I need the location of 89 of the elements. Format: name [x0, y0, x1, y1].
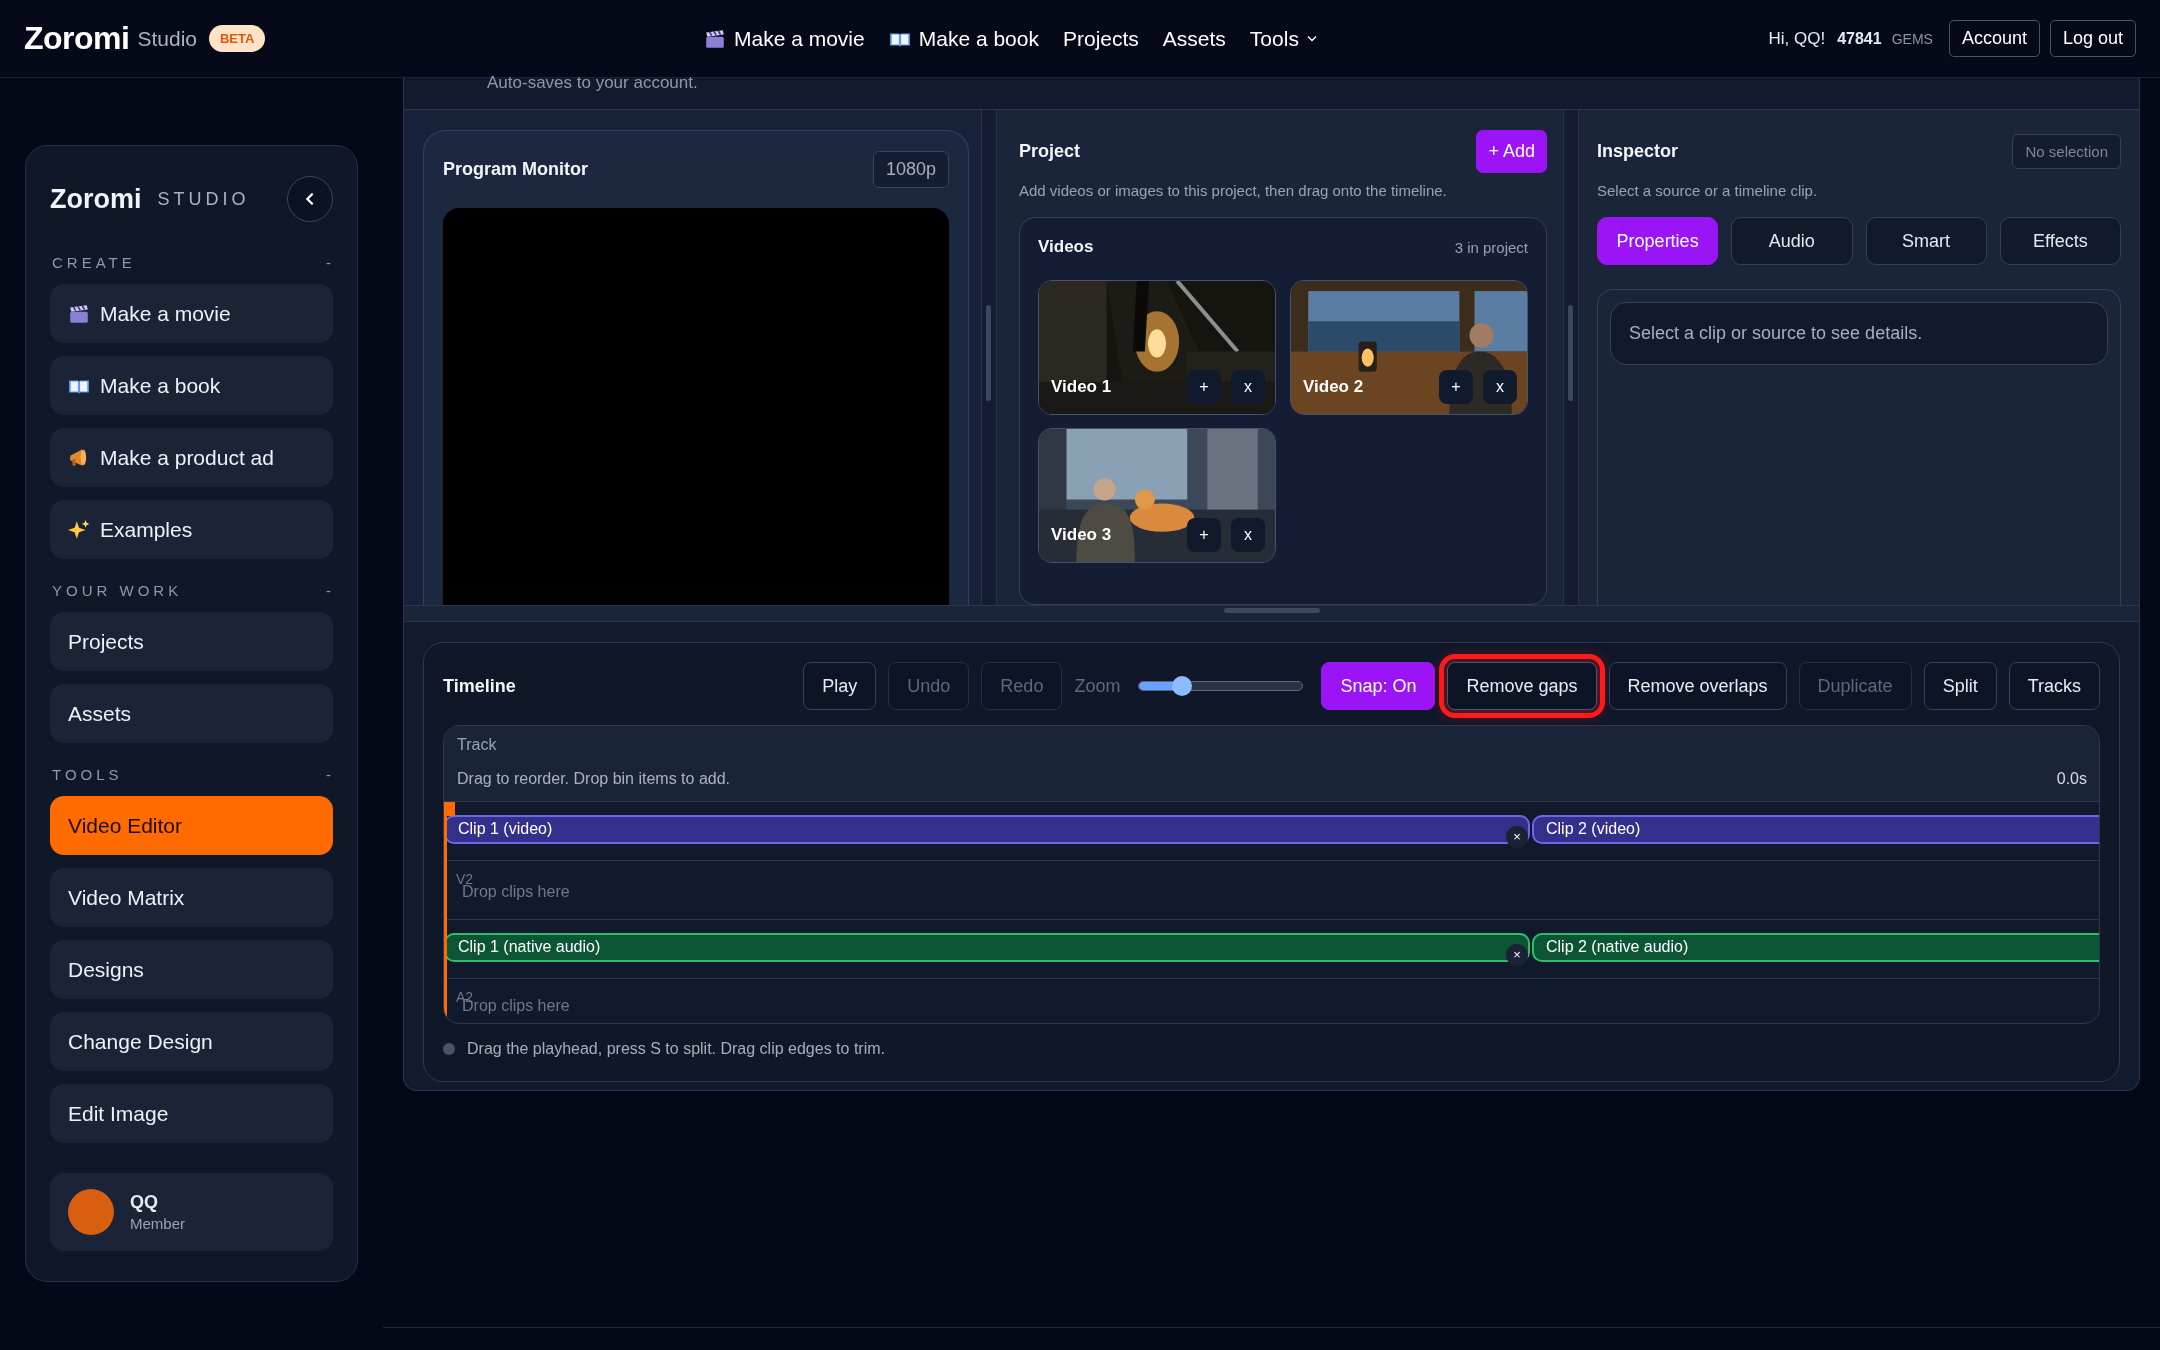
- add-button[interactable]: + Add: [1476, 129, 1547, 173]
- greeting-text: Hi, QQ!: [1768, 28, 1826, 49]
- gems-unit: GEMS: [1891, 30, 1933, 47]
- user-card[interactable]: QQ Member: [50, 1173, 333, 1251]
- selection-status: No selection: [2012, 133, 2121, 169]
- videos-title: Videos: [1038, 237, 1094, 257]
- resize-handle[interactable]: [986, 305, 991, 401]
- empty-message: Select a clip or source to see details.: [1610, 302, 2108, 365]
- resize-handle[interactable]: [1568, 305, 1573, 401]
- clapperboard-icon: [704, 27, 726, 50]
- section-heading: TOOLS: [52, 766, 123, 783]
- add-to-timeline-button[interactable]: +: [1439, 370, 1473, 404]
- nav-link[interactable]: Assets: [1162, 26, 1226, 51]
- remove-button[interactable]: x: [1483, 370, 1517, 404]
- video-label: Video 1: [1051, 377, 1112, 397]
- zoom-label: Zoom: [1074, 675, 1121, 697]
- video-thumbnail[interactable]: Video 3 + x: [1038, 428, 1276, 563]
- track-header: Track: [457, 736, 498, 754]
- video-thumbnail[interactable]: Video 1 + x: [1038, 280, 1276, 415]
- section-toggle[interactable]: -: [326, 766, 331, 783]
- header-button[interactable]: Log out: [2049, 20, 2136, 57]
- sidebar-item[interactable]: Make a product ad: [50, 428, 333, 487]
- nav-link[interactable]: Tools: [1249, 26, 1317, 51]
- inspector-hint: Select a source or a timeline clip.: [1597, 182, 1819, 199]
- timeline-button[interactable]: Split: [1923, 662, 1997, 710]
- sidebar-item[interactable]: Video Editor: [50, 796, 333, 855]
- clapperboard-icon: [68, 302, 90, 325]
- logo-text[interactable]: Zoromi: [24, 20, 130, 57]
- video-label: Video 2: [1303, 377, 1364, 397]
- sidebar-item[interactable]: Assets: [50, 684, 333, 743]
- monitor-title: Program Monitor: [443, 159, 588, 180]
- track-hint: Drag to reorder. Drop bin items to add.: [457, 770, 731, 788]
- sidebar-item[interactable]: Make a movie: [50, 284, 333, 343]
- zoom-slider[interactable]: [1138, 676, 1304, 696]
- resolution-badge[interactable]: 1080p: [872, 151, 949, 188]
- project-title: Project: [1019, 140, 1081, 162]
- timeline-button[interactable]: Tracks: [2008, 662, 2100, 710]
- inspector-tab[interactable]: Smart: [1865, 217, 1987, 265]
- nav-link[interactable]: Make a book: [888, 26, 1039, 51]
- status-dot: [443, 1043, 455, 1055]
- inspector-tab[interactable]: Properties: [1597, 217, 1719, 265]
- video-clip[interactable]: Clip 2 (video): [1532, 814, 2099, 844]
- video-thumbnail[interactable]: Video 2 + x: [1290, 280, 1528, 415]
- timeline-button[interactable]: Remove overlaps: [1608, 662, 1787, 710]
- project-hint: Add videos or images to this project, then drag onto the timeline.: [1019, 182, 1448, 199]
- section-toggle[interactable]: -: [326, 254, 331, 271]
- sidebar-item[interactable]: Examples: [50, 500, 333, 559]
- remove-button[interactable]: x: [1231, 370, 1265, 404]
- sidebar-item[interactable]: Video Matrix: [50, 868, 333, 927]
- resize-handle[interactable]: [1224, 608, 1320, 613]
- beta-badge: BETA: [209, 25, 266, 52]
- sidebar-logo-subtitle: STUDIO: [157, 188, 250, 210]
- section-heading: CREATE: [52, 254, 136, 271]
- video-count: 3 in project: [1454, 238, 1528, 256]
- logo-subtitle: Studio: [137, 26, 197, 51]
- clip-remove-button[interactable]: ×: [1506, 943, 1528, 966]
- video-drop-zone-text: Drop clips here: [462, 883, 570, 901]
- timeline-button[interactable]: Play: [803, 662, 877, 710]
- timeline-tip: Drag the playhead, press S to split. Drag clip edges to trim.: [467, 1040, 885, 1058]
- section-toggle[interactable]: -: [326, 582, 331, 599]
- avatar-icon: [68, 1189, 114, 1235]
- add-to-timeline-button[interactable]: +: [1187, 518, 1221, 552]
- sidebar-item[interactable]: Change Design: [50, 1012, 333, 1071]
- audio-clip[interactable]: Clip 2 (native audio): [1532, 932, 2099, 962]
- inspector-tab[interactable]: Effects: [1999, 217, 2121, 265]
- remove-button[interactable]: x: [1231, 518, 1265, 552]
- nav-link[interactable]: Projects: [1062, 26, 1139, 51]
- section-heading: YOUR WORK: [52, 582, 183, 599]
- timeline-title: Timeline: [443, 675, 516, 697]
- gems-count: 47841: [1837, 29, 1882, 48]
- user-role: Member: [130, 1215, 185, 1232]
- collapse-button[interactable]: [287, 176, 333, 222]
- clip-remove-button[interactable]: ×: [1506, 825, 1528, 848]
- nav-link[interactable]: Make a movie: [704, 26, 865, 51]
- sidebar-item[interactable]: Projects: [50, 612, 333, 671]
- inspector-title: Inspector: [1597, 140, 1679, 162]
- sparkle-icon: [68, 518, 90, 541]
- user-name: QQ: [130, 1192, 159, 1213]
- sidebar-item[interactable]: Designs: [50, 940, 333, 999]
- inspector-tab[interactable]: Audio: [1731, 217, 1853, 265]
- header-button[interactable]: Account: [1948, 20, 2040, 57]
- sidebar-logo: Zoromi: [50, 183, 142, 215]
- chevron-left-icon: [306, 193, 314, 205]
- time-readout: 0.0s: [2056, 770, 2087, 788]
- sidebar-item[interactable]: Edit Image: [50, 1084, 333, 1143]
- add-to-timeline-button[interactable]: +: [1187, 370, 1221, 404]
- sidebar-item[interactable]: Make a book: [50, 356, 333, 415]
- timeline-button[interactable]: Snap: On: [1321, 662, 1436, 710]
- video-label: Video 3: [1051, 525, 1112, 545]
